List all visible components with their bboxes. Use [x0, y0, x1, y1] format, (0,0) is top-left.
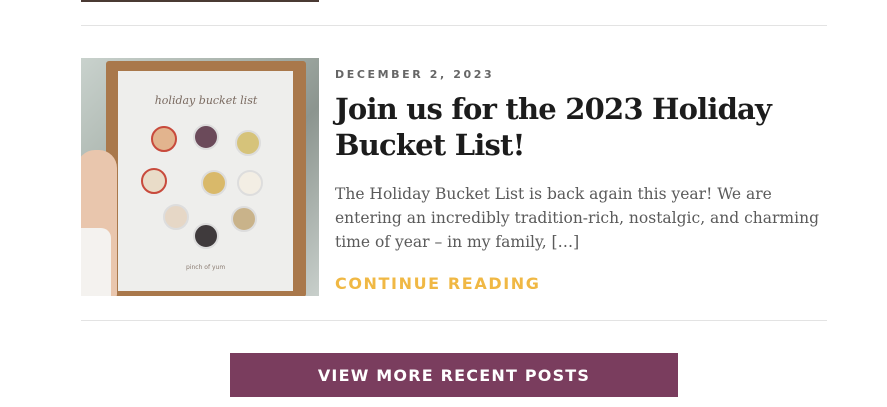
post-thumbnail-link[interactable]: holiday bucket list pinch of yum: [81, 58, 319, 296]
bowl-illustration: [151, 126, 177, 152]
bowl-illustration: [163, 204, 189, 230]
post-excerpt: The Holiday Bucket List is back again th…: [335, 185, 819, 251]
bowl-illustration: [235, 130, 261, 156]
bowl-illustration: [193, 223, 219, 249]
previous-post-thumbnail-edge[interactable]: [81, 0, 319, 2]
bowl-illustration: [237, 170, 263, 196]
bowl-illustration: [201, 170, 227, 196]
divider-top: [81, 25, 827, 26]
bowl-illustration: [231, 206, 257, 232]
bowl-illustration: [141, 168, 167, 194]
thumbnail-printed-title: holiday bucket list: [154, 94, 258, 107]
post-title-link[interactable]: Join us for the 2023 Holiday Bucket List…: [335, 91, 820, 163]
thumbnail-brand-text: pinch of yum: [186, 264, 226, 271]
bowl-illustration: [193, 124, 219, 150]
post-date: DECEMBER 2, 2023: [335, 68, 495, 81]
sweater-sleeve-image: [81, 228, 111, 296]
blog-post-card: holiday bucket list pinch of yum DECEMBE…: [81, 58, 827, 296]
view-more-recent-posts-button[interactable]: VIEW MORE RECENT POSTS: [230, 353, 678, 397]
continue-reading-link[interactable]: CONTINUE READING: [335, 274, 540, 293]
divider-bottom: [81, 320, 827, 321]
